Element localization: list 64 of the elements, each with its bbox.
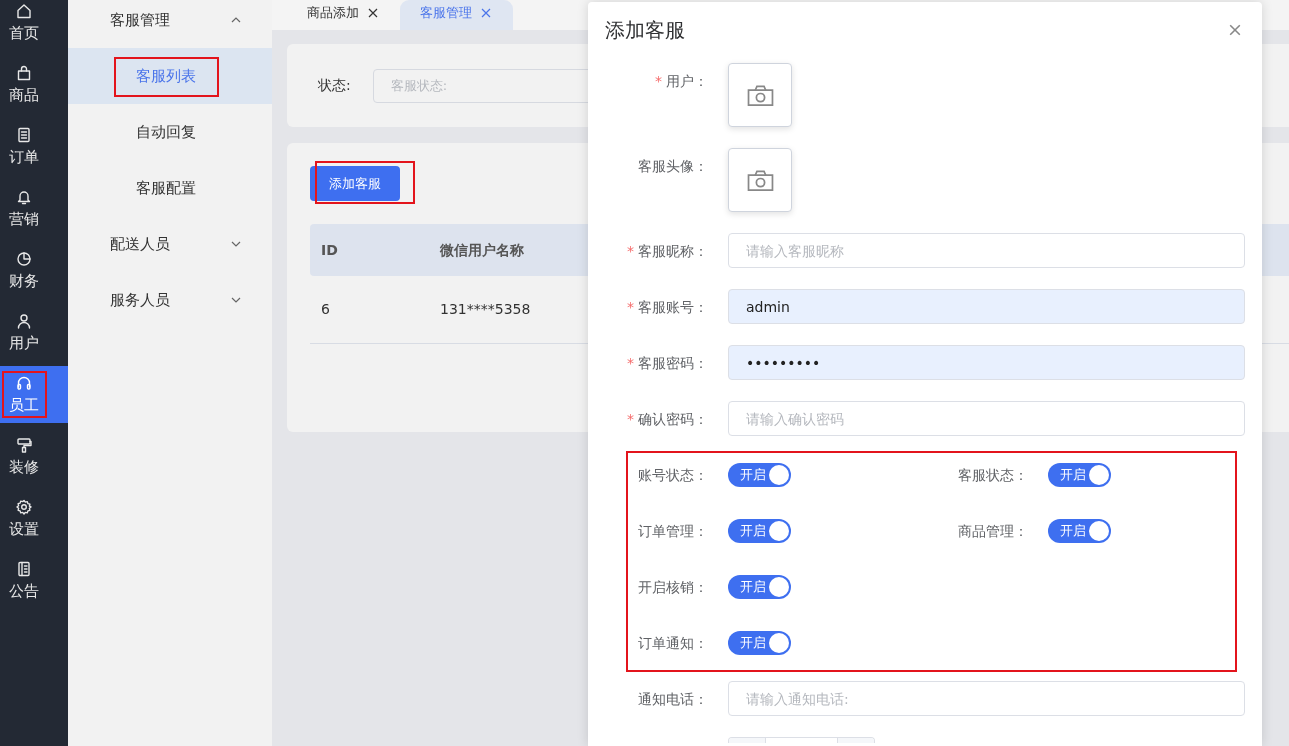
form-label: 通知电话： bbox=[637, 689, 709, 709]
nav-rail-item[interactable]: 装修 bbox=[0, 428, 68, 485]
table-cell-text: 6 bbox=[320, 300, 331, 319]
home-icon bbox=[16, 3, 32, 19]
toggle-switch[interactable]: 开启 bbox=[728, 463, 791, 487]
input-field[interactable]: 请输入客服昵称 bbox=[728, 233, 1245, 268]
bag-icon bbox=[16, 65, 32, 81]
submenu-group[interactable]: 客服管理 bbox=[68, 0, 272, 48]
form-label: 商品管理： bbox=[957, 522, 1029, 541]
input-field[interactable]: ••••••••• bbox=[728, 345, 1245, 380]
roller-icon bbox=[16, 437, 32, 453]
headphones-icon bbox=[16, 375, 32, 391]
gear-icon bbox=[16, 499, 32, 515]
nav-rail-item[interactable]: 商品 bbox=[0, 56, 68, 113]
toggle-switch[interactable]: 开启 bbox=[728, 631, 791, 655]
document-icon bbox=[16, 127, 32, 143]
form-label: 客服头像： bbox=[637, 156, 709, 176]
bell-icon bbox=[16, 189, 32, 205]
pie-chart-icon bbox=[16, 251, 32, 267]
close-icon[interactable] bbox=[368, 8, 378, 18]
form-label: 账号状态： bbox=[637, 466, 709, 485]
add-service-button[interactable]: 添加客服 bbox=[310, 166, 400, 201]
submenu-item[interactable]: 自动回复 bbox=[68, 104, 272, 160]
toggle-switch[interactable]: 开启 bbox=[1048, 519, 1111, 543]
page-tab[interactable]: 客服管理 bbox=[400, 0, 513, 30]
toggle-switch[interactable]: 开启 bbox=[1048, 463, 1111, 487]
form-label: * 用户： bbox=[654, 71, 709, 91]
form-label: 订单管理： bbox=[637, 522, 709, 541]
table-cell-text: 131****5358 bbox=[439, 300, 531, 319]
input-field[interactable]: 请输入通知电话: bbox=[728, 681, 1245, 716]
toggle-switch[interactable]: 开启 bbox=[728, 519, 791, 543]
input-field[interactable]: admin bbox=[728, 289, 1245, 324]
nav-rail-item[interactable]: 首页 bbox=[0, 0, 68, 51]
nav-rail-item[interactable]: 公告 bbox=[0, 552, 68, 609]
form-label: * 客服密码： bbox=[626, 353, 709, 373]
column-header: ID bbox=[320, 240, 339, 260]
form-label: * 客服昵称： bbox=[626, 241, 709, 261]
filter-label: 状态: bbox=[318, 76, 351, 95]
upload-box[interactable] bbox=[728, 148, 792, 212]
number-stepper-field[interactable] bbox=[728, 737, 875, 743]
input-field[interactable]: 请输入确认密码 bbox=[728, 401, 1245, 436]
nav-rail-item[interactable]: 设置 bbox=[0, 490, 68, 547]
camera-icon bbox=[746, 168, 774, 192]
nav-rail-item[interactable]: 财务 bbox=[0, 242, 68, 299]
toggle-switch[interactable]: 开启 bbox=[728, 575, 791, 599]
submenu-item[interactable]: 客服配置 bbox=[68, 160, 272, 216]
upload-box[interactable] bbox=[728, 63, 792, 127]
submenu-group[interactable]: 配送人员 bbox=[68, 216, 272, 272]
form-label: * 客服账号： bbox=[626, 297, 709, 317]
form-label: 开启核销： bbox=[637, 578, 709, 597]
column-header: 微信用户名称 bbox=[439, 240, 524, 260]
page-tab[interactable]: 商品添加 bbox=[287, 0, 400, 30]
nav-rail-item[interactable]: 用户 bbox=[0, 304, 68, 361]
submenu-group[interactable]: 服务人员 bbox=[68, 272, 272, 328]
camera-icon bbox=[746, 83, 774, 107]
notes-icon bbox=[16, 561, 32, 577]
dialog-title: 添加客服 bbox=[605, 17, 685, 44]
nav-rail-item[interactable]: 订单 bbox=[0, 118, 68, 175]
form-label: 客服状态： bbox=[957, 466, 1029, 485]
nav-rail-item[interactable]: 营销 bbox=[0, 180, 68, 237]
nav-rail-item[interactable]: 员工 bbox=[0, 366, 68, 423]
form-label: 订单通知： bbox=[637, 634, 709, 653]
user-icon bbox=[16, 313, 32, 329]
form-label: * 确认密码： bbox=[626, 409, 709, 429]
